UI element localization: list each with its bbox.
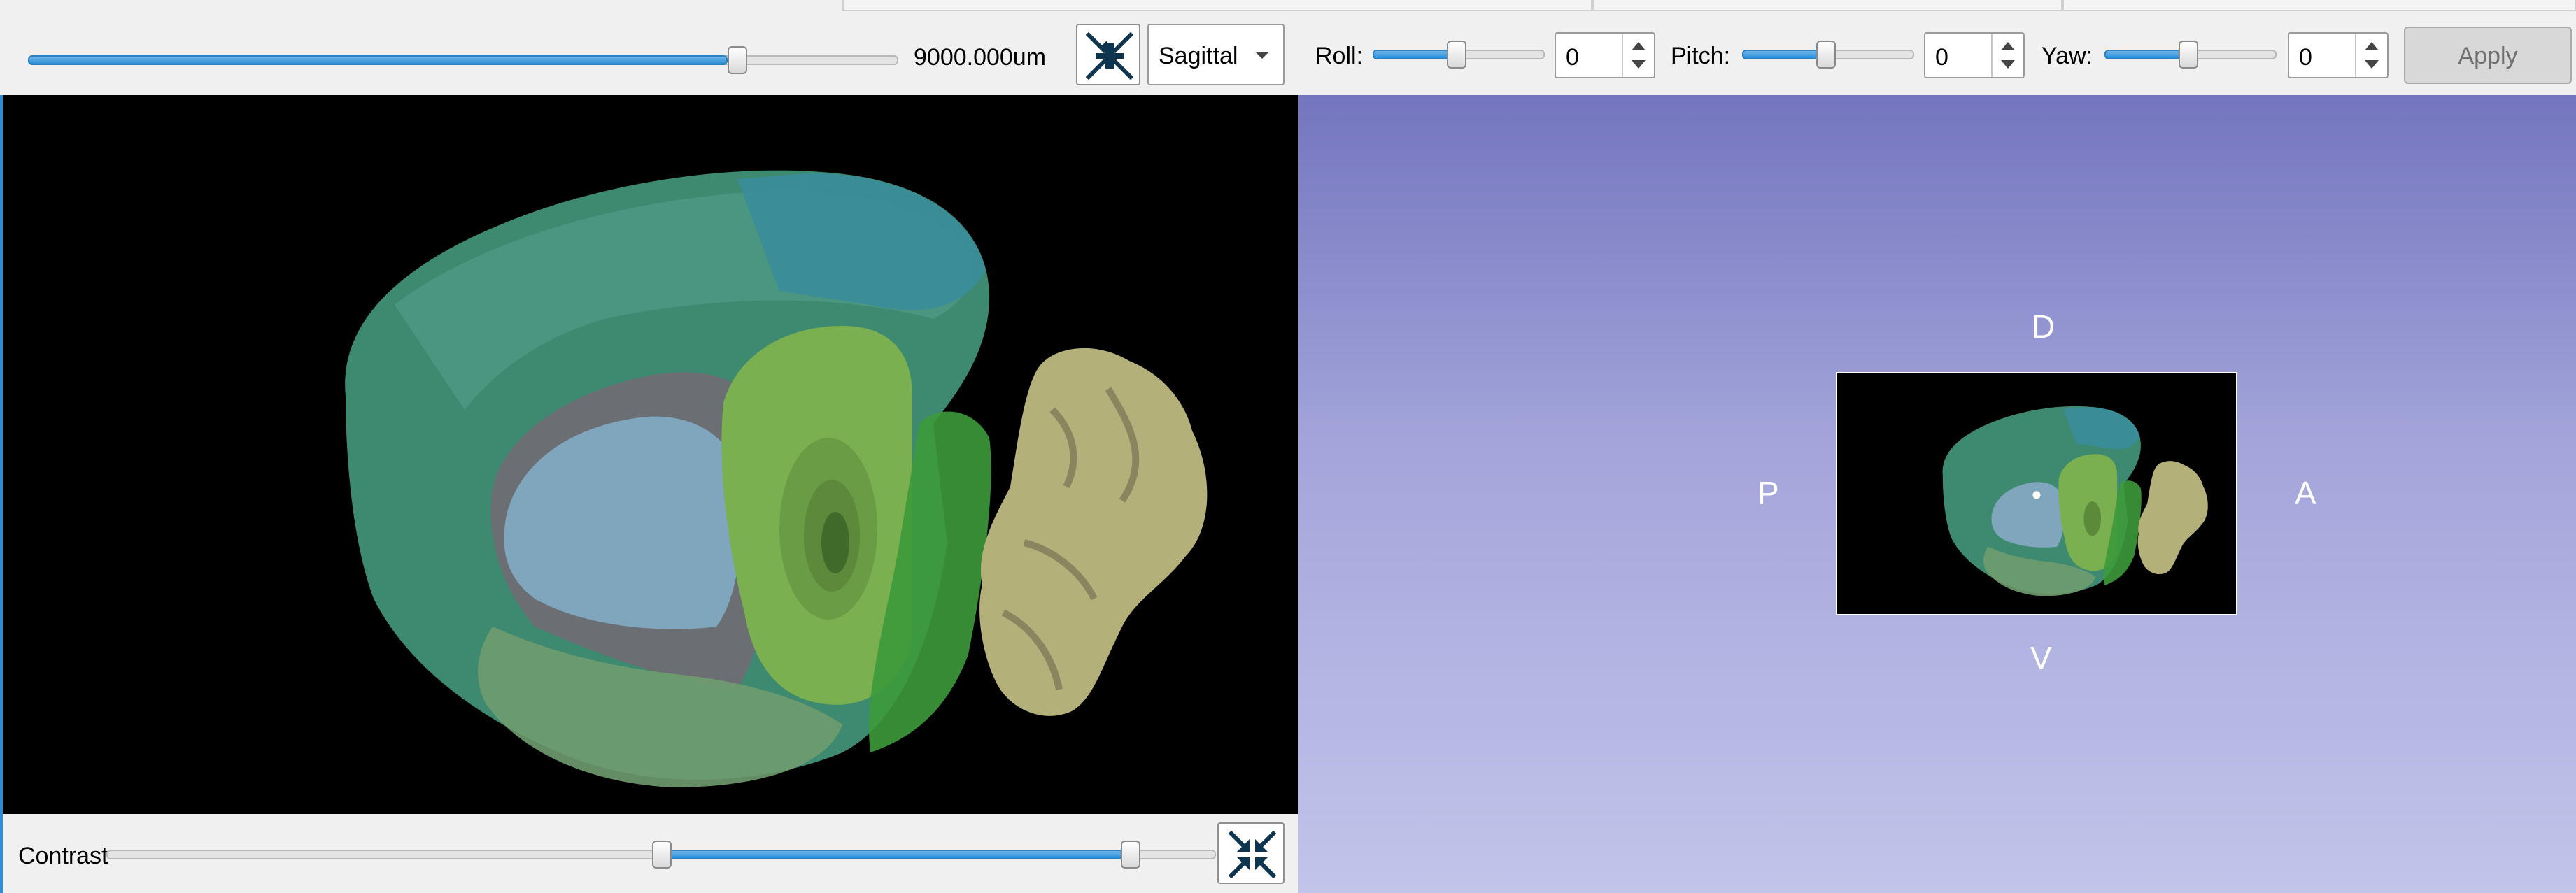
spin-up-down-icon xyxy=(2001,42,2015,69)
roll-slider[interactable] xyxy=(1373,41,1545,69)
top-pane-edge-3 xyxy=(2062,0,2576,11)
fit-to-view-icon xyxy=(1228,830,1277,879)
slice-viewer-2d[interactable] xyxy=(3,95,1298,814)
yaw-value: 0 xyxy=(2299,44,2312,71)
fit-to-view-icon xyxy=(1085,31,1134,80)
pitch-slider-fill xyxy=(1742,50,1827,59)
apply-button[interactable]: Apply xyxy=(2404,27,2572,84)
roll-value: 0 xyxy=(1566,44,1579,71)
roll-label: Roll: xyxy=(1315,43,1364,69)
slice-plane-3d xyxy=(1836,372,2237,615)
pitch-value: 0 xyxy=(1935,44,1948,71)
yaw-spin-buttons[interactable] xyxy=(2355,34,2387,77)
pitch-spinbox[interactable]: 0 xyxy=(1924,32,2025,78)
pitch-label: Pitch: xyxy=(1671,43,1731,69)
orientation-ventral-label: V xyxy=(2030,640,2052,676)
roll-spin-buttons[interactable] xyxy=(1622,34,1654,77)
contrast-label: Contrast xyxy=(18,843,108,869)
orientation-posterior-label: P xyxy=(1757,475,1779,511)
chevron-down-icon xyxy=(1255,52,1269,59)
zoom-slider[interactable] xyxy=(28,46,898,74)
contrast-bar: Contrast xyxy=(3,814,1298,893)
view-select-value: Sagittal xyxy=(1159,43,1238,69)
yaw-slider[interactable] xyxy=(2104,41,2277,69)
contrast-slider-range-fill xyxy=(659,850,1126,859)
roll-slider-handle[interactable] xyxy=(1447,41,1466,69)
toolbar: 9000.000um Sagittal Roll: 0 Pitch: 0 Yaw… xyxy=(0,11,2576,95)
top-pane-edge-1 xyxy=(842,0,1592,11)
pitch-slider[interactable] xyxy=(1742,41,1914,69)
zoom-slider-handle[interactable] xyxy=(728,46,747,74)
yaw-label: Yaw: xyxy=(2041,43,2093,69)
orientation-anterior-label: A xyxy=(2295,475,2316,511)
yaw-slider-handle[interactable] xyxy=(2179,41,2198,69)
fit-view-button[interactable] xyxy=(1076,24,1140,85)
roll-spinbox[interactable]: 0 xyxy=(1555,32,1655,78)
yaw-slider-fill xyxy=(2104,50,2190,59)
contrast-fit-view-button[interactable] xyxy=(1217,822,1285,884)
roll-slider-fill xyxy=(1373,50,1458,59)
contrast-range-slider[interactable] xyxy=(106,841,1216,869)
yaw-spinbox[interactable]: 0 xyxy=(2288,32,2389,78)
spin-up-down-icon xyxy=(2365,42,2379,69)
zoom-slider-fill xyxy=(28,55,728,65)
view-select[interactable]: Sagittal xyxy=(1147,24,1285,85)
contrast-min-handle[interactable] xyxy=(652,841,672,869)
spin-up-down-icon xyxy=(1632,42,1646,69)
pitch-slider-handle[interactable] xyxy=(1816,41,1836,69)
top-pane-edge-2 xyxy=(1592,0,2062,11)
orientation-dorsal-label: D xyxy=(2032,308,2055,345)
brain-sagittal-section xyxy=(345,170,1208,787)
contrast-max-handle[interactable] xyxy=(1121,841,1140,869)
pitch-spin-buttons[interactable] xyxy=(1991,34,2023,77)
zoom-value-label: 9000.000um xyxy=(914,44,1047,71)
brain-thumbnail xyxy=(1942,406,2208,596)
volume-viewer-3d[interactable]: D V P A xyxy=(1298,95,2576,893)
